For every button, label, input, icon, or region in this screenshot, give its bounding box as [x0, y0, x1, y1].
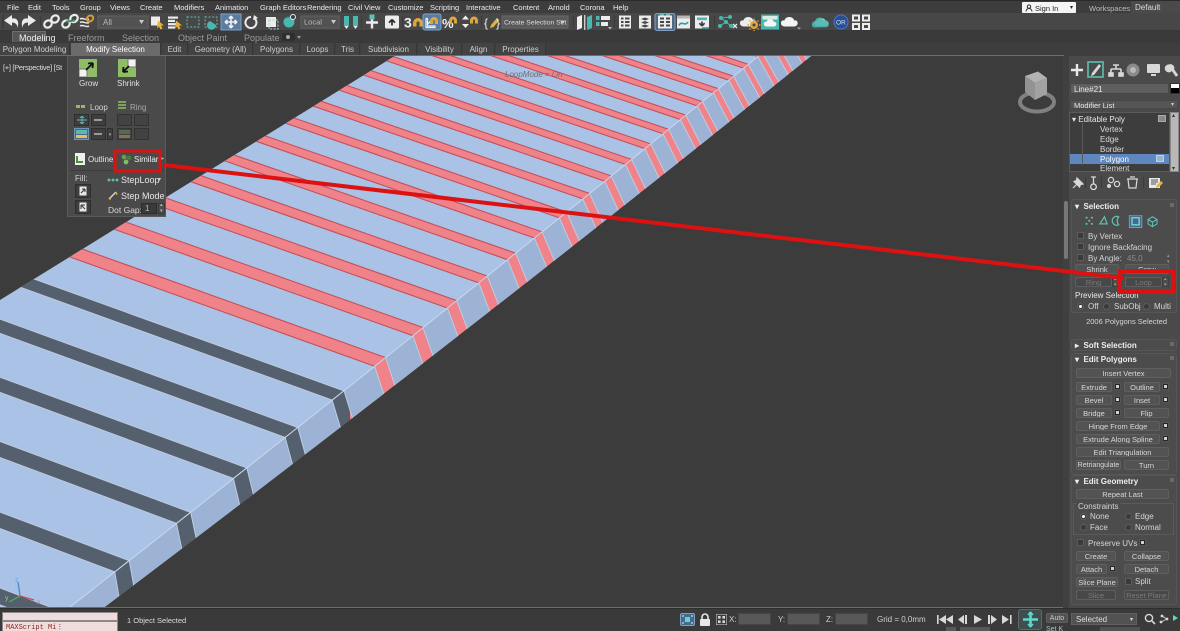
svg-text:z: z: [15, 577, 19, 584]
svg-text:Create Selection Set: Create Selection Set: [504, 20, 566, 27]
svg-text:x: x: [37, 599, 41, 606]
svg-text:All: All: [103, 18, 112, 27]
svg-text:y: y: [5, 595, 9, 602]
svg-text:Local: Local: [304, 18, 322, 27]
svg-text:3: 3: [404, 15, 412, 31]
svg-text:}: }: [496, 16, 500, 30]
svg-text:OR: OR: [836, 20, 846, 27]
svg-text:{: {: [484, 16, 488, 30]
